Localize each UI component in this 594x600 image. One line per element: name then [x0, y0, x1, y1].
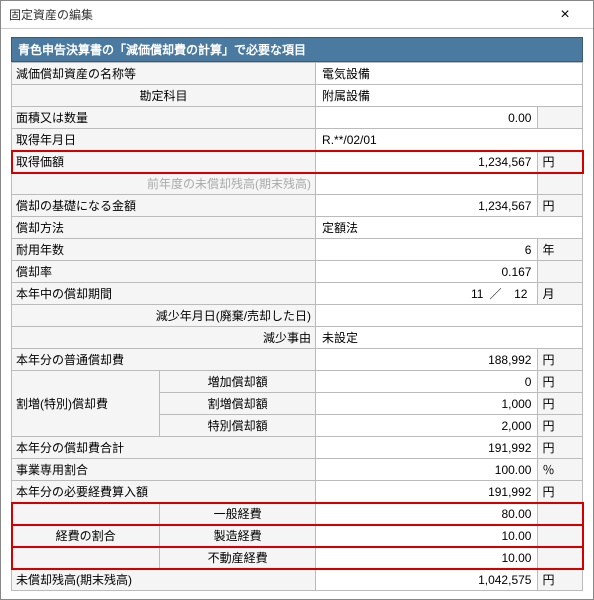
unit-rate [538, 261, 583, 283]
unit-biz-ratio: ％ [538, 459, 583, 481]
row-account: 勘定科目 附属設備 [12, 85, 583, 107]
row-period: 本年中の償却期間 11 ／ 12 月 [12, 283, 583, 305]
row-remain: 未償却残高(期末残高) 1,042,575 円 [12, 569, 583, 591]
unit-sp-extra: 円 [538, 393, 583, 415]
content-area: 青色申告決算書の「減価償却費の計算」で必要な項目 減価償却資産の名称等 電気設備… [1, 29, 593, 599]
label-r-mfg: 製造経費 [160, 525, 316, 547]
period-sep: ／ [489, 285, 501, 302]
unit-sp-special: 円 [538, 415, 583, 437]
value-sp-extra[interactable]: 1,000 [316, 393, 538, 415]
label-special-group: 割増(特別)償却費 [12, 371, 160, 437]
value-base: 1,234,567 [316, 195, 538, 217]
label-dec-reason: 減少事由 [12, 327, 316, 349]
unit-base: 円 [538, 195, 583, 217]
unit-area [538, 107, 583, 129]
value-dec-reason[interactable]: 未設定 [316, 327, 583, 349]
row-life: 耐用年数 6 年 [12, 239, 583, 261]
value-sp-inc[interactable]: 0 [316, 371, 538, 393]
unit-life: 年 [538, 239, 583, 261]
fixed-asset-edit-window: 固定資産の編集 × 青色申告決算書の「減価償却費の計算」で必要な項目 減価償却資… [0, 0, 594, 600]
label-ordinary: 本年分の普通償却費 [12, 349, 316, 371]
unit-sp-inc: 円 [538, 371, 583, 393]
label-life: 耐用年数 [12, 239, 316, 261]
value-life[interactable]: 6 [316, 239, 538, 261]
value-rate: 0.167 [316, 261, 538, 283]
value-sp-special[interactable]: 2,000 [316, 415, 538, 437]
row-base: 償却の基礎になる金額 1,234,567 円 [12, 195, 583, 217]
label-total: 本年分の償却費合計 [12, 437, 316, 459]
value-biz-ratio[interactable]: 100.00 [316, 459, 538, 481]
value-account[interactable]: 附属設備 [316, 85, 583, 107]
label-remain: 未償却残高(期末残高) [12, 569, 316, 591]
unit-r-general [538, 503, 583, 525]
label-name: 減価償却資産の名称等 [12, 63, 316, 85]
unit-necessary: 円 [538, 481, 583, 503]
unit-remain: 円 [538, 569, 583, 591]
close-button[interactable]: × [545, 2, 585, 28]
label-necessary: 本年分の必要経費算入額 [12, 481, 316, 503]
label-sp-inc: 増加償却額 [160, 371, 316, 393]
label-biz-ratio: 事業専用割合 [12, 459, 316, 481]
label-acq-price: 取得価額 [12, 151, 316, 173]
period-from[interactable]: 11 [459, 287, 487, 301]
value-r-general[interactable]: 80.00 [316, 503, 538, 525]
value-r-mfg[interactable]: 10.00 [316, 525, 538, 547]
unit-r-mfg [538, 525, 583, 547]
row-biz-ratio: 事業専用割合 100.00 ％ [12, 459, 583, 481]
label-acq-date: 取得年月日 [12, 129, 316, 151]
label-rate: 償却率 [12, 261, 316, 283]
label-base: 償却の基礎になる金額 [12, 195, 316, 217]
value-period[interactable]: 11 ／ 12 [316, 283, 538, 305]
row-prev-balance: 前年度の未償却残高(期末残高) [12, 173, 583, 195]
row-dec-date: 減少年月日(廃棄/売却した日) [12, 305, 583, 327]
unit-ordinary: 円 [538, 349, 583, 371]
unit-prev-balance [538, 173, 583, 195]
label-prev-balance: 前年度の未償却残高(期末残高) [12, 173, 316, 195]
row-total: 本年分の償却費合計 191,992 円 [12, 437, 583, 459]
label-sp-special: 特別償却額 [160, 415, 316, 437]
value-total: 191,992 [316, 437, 538, 459]
value-ordinary: 188,992 [316, 349, 538, 371]
row-name: 減価償却資産の名称等 電気設備 [12, 63, 583, 85]
value-area[interactable]: 0.00 [316, 107, 538, 129]
label-method: 償却方法 [12, 217, 316, 239]
window-title: 固定資産の編集 [9, 6, 93, 23]
unit-acq-price: 円 [538, 151, 583, 173]
label-r-general: 一般経費 [160, 503, 316, 525]
row-method: 償却方法 定額法 [12, 217, 583, 239]
value-necessary: 191,992 [316, 481, 538, 503]
row-acq-price: 取得価額 1,234,567 円 [12, 151, 583, 173]
row-sp-inc: 割増(特別)償却費 増加償却額 0 円 [12, 371, 583, 393]
value-method[interactable]: 定額法 [316, 217, 583, 239]
section-header: 青色申告決算書の「減価償却費の計算」で必要な項目 [11, 37, 583, 62]
label-account: 勘定科目 [12, 85, 316, 107]
row-dec-reason: 減少事由 未設定 [12, 327, 583, 349]
value-dec-date[interactable] [316, 305, 583, 327]
value-remain: 1,042,575 [316, 569, 538, 591]
form-table: 減価償却資産の名称等 電気設備 勘定科目 附属設備 面積又は数量 0.00 取得… [11, 62, 583, 591]
row-necessary: 本年分の必要経費算入額 191,992 円 [12, 481, 583, 503]
titlebar: 固定資産の編集 × [1, 1, 593, 29]
label-area: 面積又は数量 [12, 107, 316, 129]
value-prev-balance [316, 173, 538, 195]
unit-period: 月 [538, 283, 583, 305]
label-dec-date: 減少年月日(廃棄/売却した日) [12, 305, 316, 327]
close-icon: × [560, 6, 569, 24]
row-ratio-general: 経費の割合 一般経費 80.00 [12, 503, 583, 525]
value-r-realest[interactable]: 10.00 [316, 547, 538, 569]
row-area: 面積又は数量 0.00 [12, 107, 583, 129]
row-acq-date: 取得年月日 R.**/02/01 [12, 129, 583, 151]
label-r-realest: 不動産経費 [160, 547, 316, 569]
period-to[interactable]: 12 [503, 287, 531, 301]
value-name[interactable]: 電気設備 [316, 63, 583, 85]
unit-r-realest [538, 547, 583, 569]
unit-total: 円 [538, 437, 583, 459]
label-period: 本年中の償却期間 [12, 283, 316, 305]
value-acq-price[interactable]: 1,234,567 [316, 151, 538, 173]
row-ordinary: 本年分の普通償却費 188,992 円 [12, 349, 583, 371]
row-rate: 償却率 0.167 [12, 261, 583, 283]
label-ratio-group: 経費の割合 [12, 503, 160, 569]
label-sp-extra: 割増償却額 [160, 393, 316, 415]
value-acq-date[interactable]: R.**/02/01 [316, 129, 583, 151]
